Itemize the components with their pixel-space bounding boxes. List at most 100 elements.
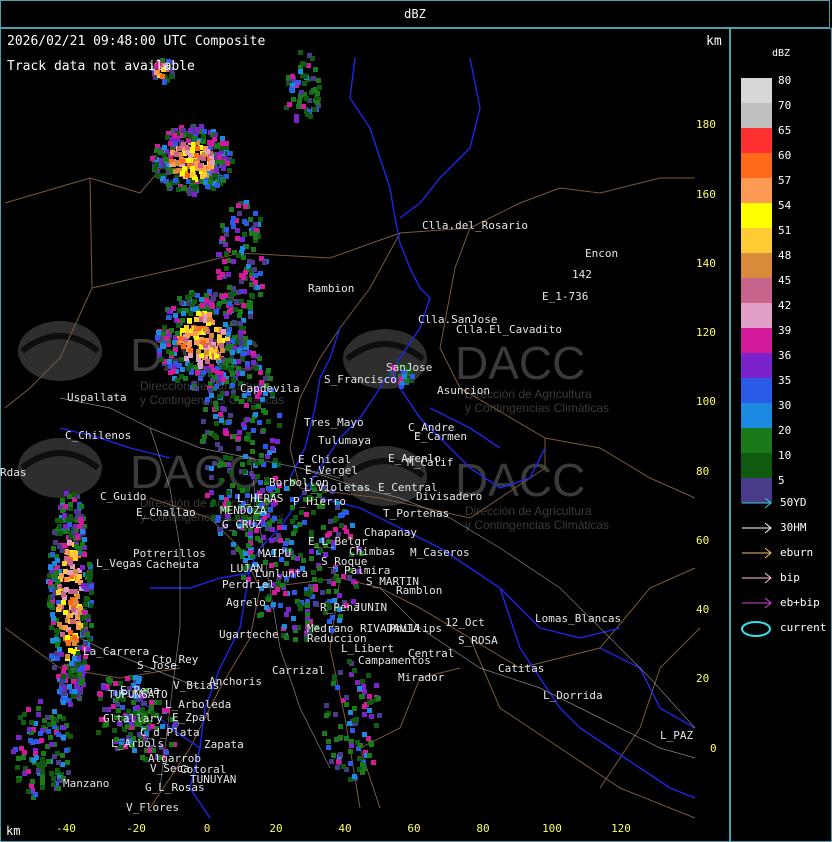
echo-cell bbox=[188, 348, 193, 353]
echo-cell bbox=[219, 418, 224, 423]
town-label: Uspallata bbox=[67, 391, 127, 404]
echo-cell bbox=[63, 610, 68, 615]
echo-cell bbox=[161, 344, 166, 349]
echo-cell bbox=[240, 371, 245, 376]
echo-cell bbox=[68, 534, 73, 539]
echo-cell bbox=[311, 510, 316, 515]
town-label: T_Portenas bbox=[383, 507, 449, 520]
echo-cell bbox=[82, 537, 87, 542]
echo-cell bbox=[77, 524, 82, 529]
echo-cell bbox=[212, 461, 217, 466]
echo-cell bbox=[201, 419, 206, 424]
track-legend-label: eburn bbox=[780, 546, 814, 559]
echo-cell bbox=[250, 260, 255, 265]
y-tick-label: 80 bbox=[696, 465, 710, 478]
echo-cell bbox=[344, 702, 349, 707]
echo-cell bbox=[260, 397, 265, 402]
echo-cell bbox=[241, 422, 246, 427]
echo-cell bbox=[48, 735, 53, 740]
echo-cell bbox=[214, 309, 219, 314]
echo-cell bbox=[304, 96, 309, 101]
echo-cell bbox=[266, 368, 271, 373]
echo-cell bbox=[302, 520, 307, 525]
echo-cell bbox=[283, 591, 288, 596]
echo-cell bbox=[327, 579, 332, 584]
echo-cell bbox=[55, 768, 60, 773]
echo-cell bbox=[202, 129, 207, 134]
echo-cell bbox=[60, 632, 65, 637]
echo-cell bbox=[221, 365, 226, 370]
echo-cell bbox=[182, 185, 187, 190]
echo-cell bbox=[230, 159, 235, 164]
echo-cell bbox=[247, 397, 252, 402]
echo-cell bbox=[183, 376, 188, 381]
town-label: M_Calif bbox=[407, 456, 453, 469]
echo-cell bbox=[242, 232, 247, 237]
radar-map[interactable]: DACC Dirección de Agriculturay Contingenc… bbox=[0, 28, 730, 842]
echo-cell bbox=[176, 187, 181, 192]
echo-cell bbox=[220, 236, 225, 241]
echo-cell bbox=[221, 178, 226, 183]
echo-cell bbox=[241, 303, 246, 308]
echo-cell bbox=[228, 413, 233, 418]
echo-cell bbox=[77, 574, 82, 579]
echo-cell bbox=[243, 551, 248, 556]
legend-value: 70 bbox=[778, 99, 792, 112]
echo-cell bbox=[227, 301, 232, 306]
town-label: L_Violetas bbox=[304, 481, 370, 494]
echo-cell bbox=[80, 529, 85, 534]
echo-cell bbox=[125, 676, 130, 681]
echo-cell bbox=[201, 139, 206, 144]
echo-cell bbox=[57, 584, 62, 589]
echo-cell bbox=[298, 50, 303, 55]
echo-cell bbox=[178, 336, 183, 341]
echo-cell bbox=[214, 406, 219, 411]
echo-cell bbox=[67, 494, 72, 499]
echo-cell bbox=[352, 706, 357, 711]
echo-cell bbox=[237, 211, 242, 216]
echo-cell bbox=[243, 270, 248, 275]
echo-cell bbox=[253, 222, 258, 227]
echo-cell bbox=[190, 172, 195, 177]
echo-cell bbox=[193, 365, 198, 370]
echo-cell bbox=[172, 340, 177, 345]
echo-cell bbox=[224, 314, 229, 319]
echo-cell bbox=[268, 507, 273, 512]
echo-cell bbox=[218, 461, 223, 466]
echo-cell bbox=[291, 531, 296, 536]
echo-cell bbox=[326, 589, 331, 594]
echo-cell bbox=[240, 246, 245, 251]
echo-cell bbox=[57, 714, 62, 719]
echo-cell bbox=[64, 748, 69, 753]
echo-cell bbox=[73, 569, 78, 574]
echo-cell bbox=[198, 376, 203, 381]
echo-cell bbox=[362, 766, 367, 771]
town-label: G_L_Rosas bbox=[145, 781, 205, 794]
echo-cell bbox=[257, 356, 262, 361]
echo-cell bbox=[267, 522, 272, 527]
echo-cell bbox=[188, 128, 193, 133]
echo-cell bbox=[175, 378, 180, 383]
echo-cell bbox=[63, 625, 68, 630]
legend-value: 60 bbox=[778, 149, 792, 162]
echo-cell bbox=[228, 358, 233, 363]
y-tick-label: 60 bbox=[696, 534, 710, 547]
echo-cell bbox=[261, 428, 266, 433]
echo-cell bbox=[231, 216, 236, 221]
echo-cell bbox=[244, 403, 249, 408]
echo-cell bbox=[293, 515, 298, 520]
echo-cell bbox=[215, 442, 220, 447]
track-arrow-icon bbox=[741, 545, 775, 565]
echo-cell bbox=[65, 635, 70, 640]
echo-cell bbox=[219, 343, 224, 348]
echo-cell bbox=[61, 674, 66, 679]
echo-cell bbox=[50, 638, 55, 643]
echo-cell bbox=[96, 730, 101, 735]
town-label: Cacheuta bbox=[146, 558, 199, 571]
echo-cell bbox=[240, 237, 245, 242]
echo-cell bbox=[162, 325, 167, 330]
echo-cell bbox=[299, 510, 304, 515]
echo-cell bbox=[369, 742, 374, 747]
echo-cell bbox=[63, 524, 68, 529]
echo-cell bbox=[205, 493, 210, 498]
